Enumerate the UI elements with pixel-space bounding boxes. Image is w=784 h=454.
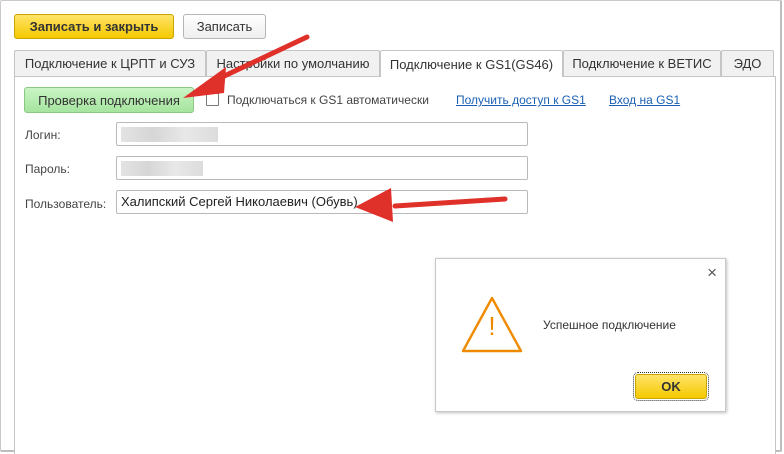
redacted-login-mask xyxy=(121,127,218,142)
user-label: Пользователь: xyxy=(25,197,107,211)
tab-crpt-suz[interactable]: Подключение к ЦРПТ и СУЗ xyxy=(14,50,206,76)
warning-glyph: ! xyxy=(488,311,496,341)
close-icon[interactable]: × xyxy=(707,263,717,283)
save-button[interactable]: Записать xyxy=(183,14,266,39)
user-field[interactable]: Халипский Сергей Николаевич (Обувь) xyxy=(116,190,528,214)
save-and-close-button[interactable]: Записать и закрыть xyxy=(14,14,174,39)
ok-button[interactable]: OK xyxy=(633,372,709,401)
tab-edo[interactable]: ЭДО xyxy=(721,50,774,76)
user-value: Халипский Сергей Николаевич (Обувь) xyxy=(121,194,358,209)
password-field[interactable] xyxy=(116,156,528,180)
login-field[interactable] xyxy=(116,122,528,146)
tab-vetis[interactable]: Подключение к ВЕТИС xyxy=(563,50,721,76)
tab-default-settings[interactable]: Настройки по умолчанию xyxy=(206,50,380,76)
check-connection-button[interactable]: Проверка подключения xyxy=(24,87,194,113)
auto-connect-label: Подключаться к GS1 автоматически xyxy=(227,93,429,107)
login-gs1-link[interactable]: Вход на GS1 xyxy=(609,93,680,107)
warning-icon: ! xyxy=(460,295,524,355)
dialog-message: Успешное подключение xyxy=(543,318,676,332)
tab-gs1[interactable]: Подключение к GS1(GS46) xyxy=(380,50,563,77)
auto-connect-checkbox[interactable] xyxy=(206,93,219,106)
success-dialog: × ! Успешное подключение OK xyxy=(435,258,726,412)
login-label: Логин: xyxy=(25,128,61,142)
get-access-gs1-link[interactable]: Получить доступ к GS1 xyxy=(456,93,586,107)
redacted-password-mask xyxy=(121,161,203,176)
password-label: Пароль: xyxy=(25,162,70,176)
